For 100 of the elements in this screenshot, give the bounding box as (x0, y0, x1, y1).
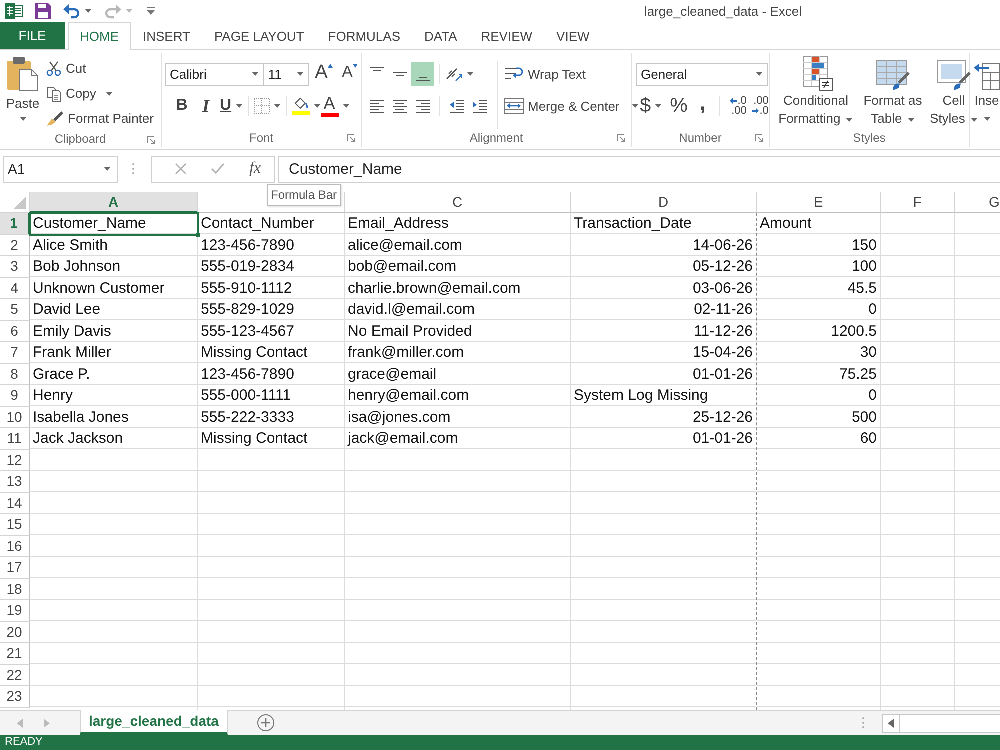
ribbon-tab[interactable]: INSERT (131, 22, 202, 50)
group-label: Clipboard (54, 132, 106, 146)
row-header[interactable]: 13 (0, 471, 30, 492)
format-painter-button[interactable]: Format Painter (46, 106, 154, 131)
ribbon-tab[interactable]: DATA (412, 22, 470, 50)
caret-icon (104, 167, 111, 171)
number-format-combobox[interactable]: General (636, 62, 768, 86)
table-cell-text: No Email Provided (347, 322, 474, 342)
grow-font-button[interactable]: A (313, 62, 335, 86)
shrink-font-button[interactable]: A (339, 62, 361, 86)
ribbon-tab[interactable]: REVIEW (469, 22, 545, 50)
paint-bucket-icon (292, 97, 309, 110)
increase-decimal-button[interactable]: .0 .00 (724, 94, 747, 118)
paste-button[interactable]: Paste (4, 56, 42, 131)
group-label: Number (679, 131, 722, 145)
corner-arrow-icon[interactable] (147, 136, 155, 144)
table-cell-text: Alice Smith (32, 236, 110, 256)
close-icon (174, 163, 187, 175)
copy-button[interactable]: Copy (46, 81, 154, 106)
bottom-align-icon (416, 77, 430, 81)
file-tab[interactable]: FILE (0, 22, 65, 49)
name-box[interactable]: A1 (3, 156, 118, 182)
indent-icon (472, 98, 488, 114)
table-cell-text: 555-222-3333 (200, 408, 296, 428)
table-cell-text: 150 (850, 236, 878, 256)
undo-button[interactable] (63, 3, 92, 19)
row-header[interactable]: 8 (0, 364, 30, 385)
table-cell-text: 0 (868, 386, 878, 406)
row-header[interactable]: 14 (0, 492, 30, 514)
row-header[interactable]: 16 (0, 536, 30, 557)
ribbon-tab[interactable]: HOME (68, 22, 131, 50)
group-label: Alignment (470, 131, 524, 145)
row-header[interactable]: 17 (0, 557, 30, 578)
center-align-icon (392, 98, 408, 114)
column-header[interactable]: A (30, 192, 198, 213)
save-icon[interactable] (35, 3, 51, 19)
merge-center-button[interactable]: Merge & Center (504, 94, 639, 118)
row-header[interactable]: 1 (0, 213, 30, 234)
table-cell-text: jack@email.com (346, 429, 460, 449)
row-header[interactable]: 20 (0, 622, 30, 643)
row-header[interactable]: 5 (0, 299, 30, 320)
row-header[interactable]: 9 (0, 385, 30, 406)
ribbon-tab[interactable]: FORMULAS (316, 22, 412, 50)
row-header[interactable]: 21 (0, 643, 30, 664)
undo-arrow-icon (63, 3, 81, 19)
cut-button[interactable]: Cut (46, 56, 154, 81)
redo-arrow-icon (104, 3, 122, 19)
left-arrow-icon[interactable] (888, 718, 894, 728)
caret-icon (467, 72, 474, 76)
row-header[interactable]: 2 (0, 234, 30, 256)
wrap-text-button[interactable]: Wrap Text (504, 62, 639, 86)
caret-icon (274, 104, 281, 108)
corner-arrow-icon[interactable] (755, 134, 763, 142)
conditional-formatting-button[interactable]: Conditional Formatting (776, 56, 856, 129)
corner-arrow-icon[interactable] (347, 134, 355, 142)
row-header[interactable]: 19 (0, 600, 30, 622)
row-header[interactable]: 3 (0, 256, 30, 278)
insert-function-button[interactable]: fx (236, 157, 274, 181)
customize-toolbar-icon[interactable] (147, 7, 155, 15)
table-cell-text: Unknown Customer (32, 278, 166, 298)
corner-arrow-icon[interactable] (617, 134, 625, 142)
underline-button[interactable]: U (220, 94, 243, 118)
font-color-button[interactable]: A (320, 94, 350, 118)
table-cell-text: Missing Contact (200, 343, 309, 363)
bottom-align-button[interactable] (411, 62, 434, 86)
row-header[interactable]: 12 (0, 450, 30, 471)
formula-input-field[interactable]: Customer_Name (278, 156, 1000, 182)
grip-icon[interactable] (862, 717, 865, 729)
row-header[interactable]: 6 (0, 320, 30, 342)
table-cell-text: david.l@email.com (347, 300, 476, 320)
caret-icon (106, 92, 114, 96)
font-size-combobox[interactable]: 11 (263, 62, 309, 86)
table-cell-text: 01-01-26 (692, 364, 754, 384)
ribbon-tab[interactable]: VIEW (544, 22, 602, 50)
row-header[interactable]: 7 (0, 342, 30, 364)
comma-style-button[interactable]: , (692, 94, 714, 118)
accounting-format-button[interactable]: $ (636, 94, 666, 118)
plus-circle-icon[interactable] (256, 714, 275, 732)
row-header[interactable]: 22 (0, 664, 30, 686)
caret-icon (126, 9, 133, 13)
row-header[interactable]: 23 (0, 686, 30, 708)
table-cell-text: alice@email.com (347, 236, 464, 256)
table-cell-text: 555-000-1111 (200, 386, 292, 406)
dotted-grid-icon (254, 98, 270, 114)
italic-button[interactable]: I (194, 94, 218, 118)
grip-icon[interactable] (132, 163, 135, 175)
percent-style-button[interactable]: % (666, 94, 692, 118)
row-header[interactable]: 10 (0, 406, 30, 428)
row-header[interactable]: 18 (0, 578, 30, 600)
sheet-tab[interactable]: large_cleaned_data (80, 710, 228, 735)
row-header[interactable]: 4 (0, 278, 30, 299)
row-header[interactable]: 11 (0, 428, 30, 450)
table-cell-text: bob@email.com (347, 257, 458, 277)
decrease-decimal-button[interactable]: .00 .0 (746, 94, 769, 118)
ribbon-tab[interactable]: PAGE LAYOUT (202, 22, 316, 50)
horizontal-scrollbar[interactable] (882, 714, 1000, 732)
font-name-combobox[interactable]: Calibri (165, 62, 264, 86)
format-as-table-button[interactable]: Format as Table (860, 56, 926, 129)
row-header[interactable]: 15 (0, 514, 30, 536)
bold-button[interactable]: B (170, 94, 194, 118)
